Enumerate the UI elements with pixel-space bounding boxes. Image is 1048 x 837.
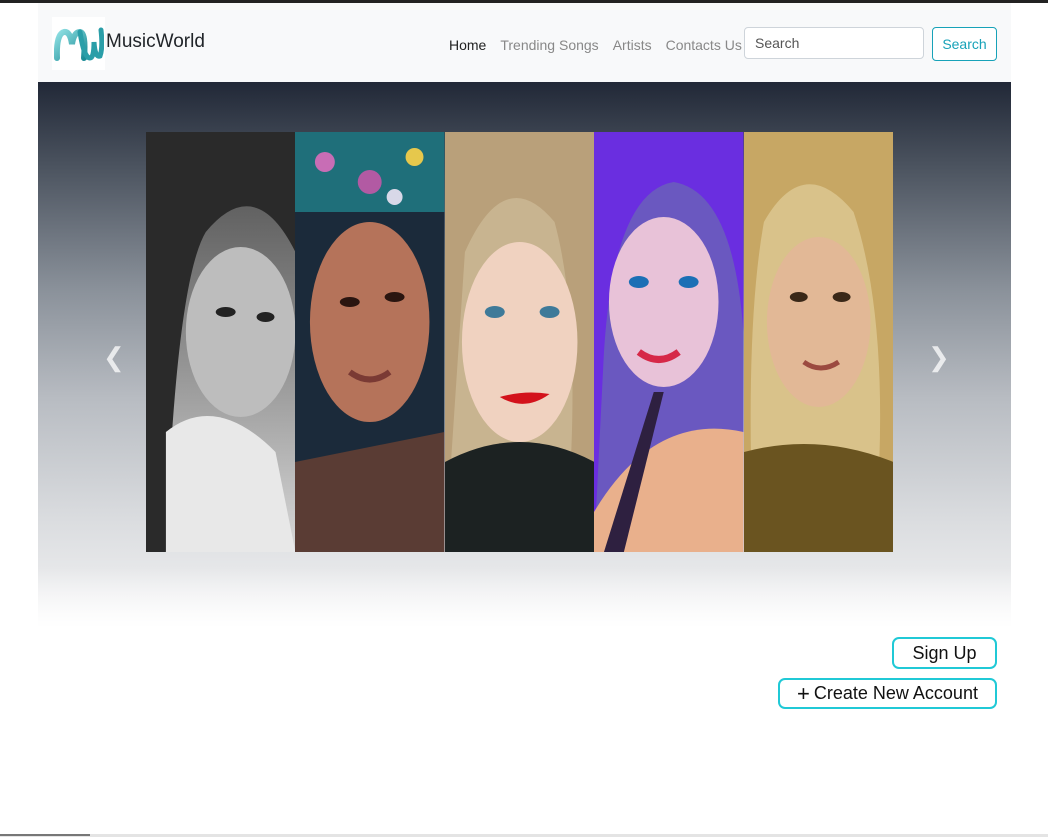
sign-up-button[interactable]: Sign Up (892, 637, 997, 669)
page-container: MusicWorld Home Trending Songs Artists C… (38, 3, 1011, 628)
brand[interactable]: MusicWorld (52, 17, 205, 70)
artist-portrait-2 (295, 132, 445, 552)
create-account-label: Create New Account (813, 683, 978, 703)
plus-icon: + (797, 680, 810, 706)
artist-portrait-1 (146, 132, 296, 552)
main-nav: Home Trending Songs Artists Contacts Us (449, 37, 756, 53)
search-button[interactable]: Search (932, 27, 997, 61)
nav-contacts-us[interactable]: Contacts Us (666, 37, 742, 53)
nav-artists[interactable]: Artists (613, 37, 652, 53)
nav-trending-songs[interactable]: Trending Songs (500, 37, 598, 53)
artist-portrait-5 (743, 132, 894, 552)
chevron-right-icon[interactable]: ❯ (928, 342, 950, 373)
create-account-button[interactable]: + Create New Account (778, 678, 997, 709)
artist-carousel: ❮ ❯ (38, 82, 1011, 628)
mw-logo-icon (52, 17, 105, 70)
carousel-slide (146, 132, 894, 552)
search-input[interactable] (744, 27, 924, 59)
navbar: MusicWorld Home Trending Songs Artists C… (38, 3, 1011, 82)
brand-name: MusicWorld (106, 30, 205, 52)
artist-portrait-4 (594, 132, 744, 552)
artist-portrait-3 (444, 132, 595, 552)
chevron-left-icon[interactable]: ❮ (103, 342, 125, 373)
nav-home[interactable]: Home (449, 37, 486, 53)
